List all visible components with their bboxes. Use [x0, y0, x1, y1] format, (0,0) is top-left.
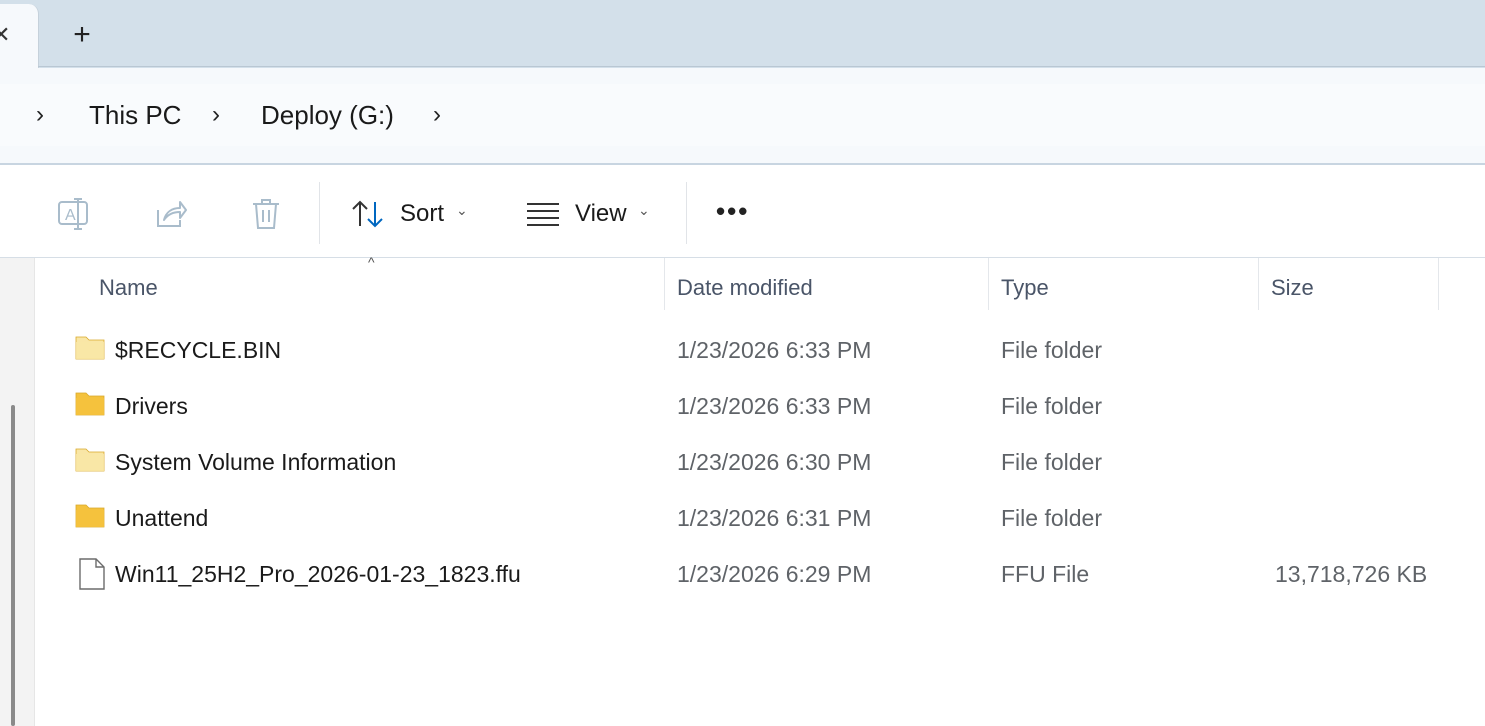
new-tab-button[interactable]: + — [62, 16, 102, 56]
table-row[interactable]: Drivers 1/23/2026 6:33 PM File folder — [40, 378, 1440, 434]
navigation-pane — [0, 258, 35, 726]
file-date-modified: 1/23/2026 6:33 PM — [677, 393, 872, 419]
column-header-size[interactable]: Size — [1271, 274, 1314, 302]
file-date-modified: 1/23/2026 6:30 PM — [677, 449, 872, 475]
file-icon — [77, 558, 107, 595]
chevron-down-icon[interactable]: ⌄ — [638, 202, 650, 219]
column-header-date[interactable]: Date modified — [677, 274, 813, 302]
breadcrumb-item-deploy[interactable]: Deploy (G:) — [261, 98, 394, 132]
more-options-button[interactable]: ••• — [716, 196, 749, 227]
scrollbar-thumb[interactable] — [11, 405, 15, 726]
tab-close-icon[interactable]: ✕ — [0, 24, 10, 46]
toolbar-separator — [686, 182, 687, 244]
column-separator[interactable] — [1258, 258, 1259, 310]
folder-icon — [75, 502, 105, 533]
chevron-right-icon[interactable]: › — [212, 100, 232, 130]
tab-strip — [0, 0, 1485, 68]
table-row[interactable]: System Volume Information 1/23/2026 6:30 … — [40, 434, 1440, 490]
column-header-name[interactable]: Name — [99, 274, 158, 302]
file-name: $RECYCLE.BIN — [115, 337, 282, 363]
file-type: File folder — [1001, 505, 1102, 531]
delete-icon[interactable] — [248, 196, 284, 232]
view-button[interactable]: View — [575, 198, 627, 230]
table-row[interactable]: Unattend 1/23/2026 6:31 PM File folder — [40, 490, 1440, 546]
chevron-right-icon[interactable]: › — [36, 100, 56, 130]
folder-icon — [75, 390, 105, 421]
column-separator[interactable] — [1438, 258, 1439, 310]
breadcrumb-item-this-pc[interactable]: This PC — [89, 98, 181, 132]
table-row[interactable]: Win11_25H2_Pro_2026-01-23_1823.ffu 1/23/2… — [40, 546, 1440, 602]
file-name: Win11_25H2_Pro_2026-01-23_1823.ffu — [115, 561, 521, 587]
sort-button[interactable]: Sort — [400, 198, 444, 230]
file-name: Unattend — [115, 505, 209, 531]
file-type: File folder — [1001, 393, 1102, 419]
chevron-down-icon[interactable]: ⌄ — [456, 202, 468, 219]
column-separator[interactable] — [664, 258, 665, 310]
column-header-type[interactable]: Type — [1001, 274, 1049, 302]
column-separator[interactable] — [988, 258, 989, 310]
toolbar-separator — [319, 182, 320, 244]
tab-divider — [38, 66, 1485, 67]
rename-icon[interactable]: A — [56, 196, 92, 232]
active-tab[interactable]: ✕ — [0, 4, 39, 68]
file-date-modified: 1/23/2026 6:31 PM — [677, 505, 872, 531]
svg-text:A: A — [65, 207, 76, 224]
view-icon[interactable] — [525, 200, 561, 228]
sort-ascending-icon: ^ — [368, 254, 375, 270]
file-type: File folder — [1001, 449, 1102, 475]
file-name: System Volume Information — [115, 449, 397, 475]
file-type: FFU File — [1001, 561, 1090, 587]
file-type: File folder — [1001, 337, 1102, 363]
table-row[interactable]: $RECYCLE.BIN 1/23/2026 6:33 PM File folder — [40, 322, 1440, 378]
file-date-modified: 1/23/2026 6:33 PM — [677, 337, 872, 363]
share-icon[interactable] — [152, 196, 188, 232]
file-size: 13,718,726 KB — [1275, 561, 1428, 587]
chevron-right-icon[interactable]: › — [433, 100, 453, 130]
command-bar-divider — [0, 257, 1485, 258]
file-date-modified: 1/23/2026 6:29 PM — [677, 561, 872, 587]
file-name: Drivers — [115, 393, 188, 419]
sort-icon[interactable] — [350, 198, 386, 230]
folder-icon — [75, 446, 105, 477]
folder-icon — [75, 334, 105, 365]
